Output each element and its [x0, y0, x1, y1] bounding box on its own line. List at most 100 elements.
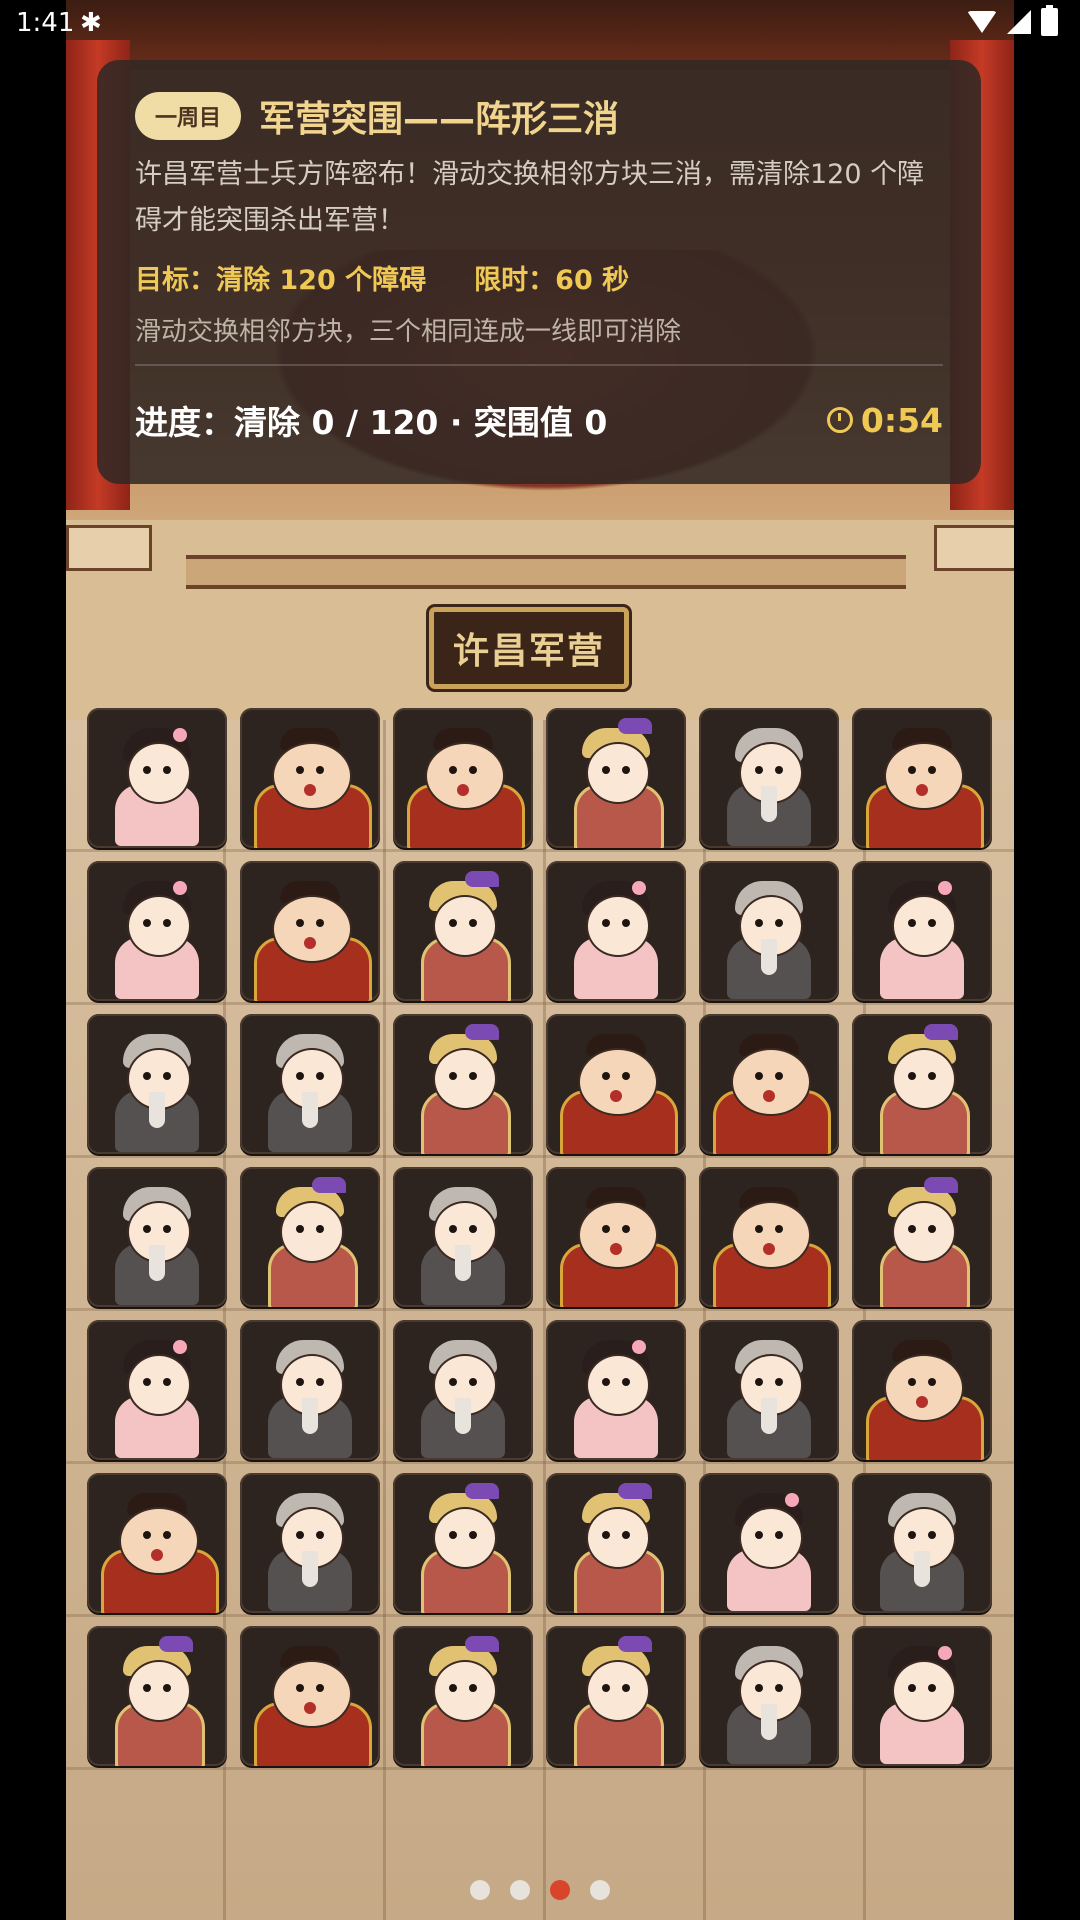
- board-tile[interactable]: [240, 708, 380, 848]
- wall-top: [186, 555, 906, 589]
- sage-character-icon: [393, 1320, 533, 1460]
- warrior-character-icon: [546, 1626, 686, 1766]
- game-screen: 1:41 ✱ 许昌军营 一周目 军营突围——阵形三消 许昌军营士兵方阵密布！滑动…: [0, 0, 1080, 1920]
- time-limit-text: 限时：60 秒: [474, 265, 630, 296]
- countdown-timer: 0:54: [826, 400, 943, 440]
- board-tile[interactable]: [546, 861, 686, 1001]
- sage-character-icon: [699, 861, 839, 1001]
- general-character-icon: [546, 1014, 686, 1154]
- page-dot[interactable]: [550, 1880, 570, 1900]
- board-tile[interactable]: [852, 1167, 992, 1307]
- board-tile[interactable]: [699, 1167, 839, 1307]
- board-tile[interactable]: [240, 1473, 380, 1613]
- board-tile[interactable]: [240, 861, 380, 1001]
- board-tile[interactable]: [546, 1626, 686, 1766]
- warrior-character-icon: [852, 1167, 992, 1307]
- board-tile[interactable]: [240, 1167, 380, 1307]
- level-title: 军营突围——阵形三消: [259, 99, 620, 140]
- sage-character-icon: [699, 1626, 839, 1766]
- board-tile[interactable]: [546, 708, 686, 848]
- general-character-icon: [87, 1473, 227, 1613]
- board-tile[interactable]: [852, 1014, 992, 1154]
- board-tile[interactable]: [87, 1626, 227, 1766]
- board-tile[interactable]: [852, 1320, 992, 1460]
- lady-character-icon: [852, 861, 992, 1001]
- general-character-icon: [546, 1167, 686, 1307]
- board-tile[interactable]: [546, 1014, 686, 1154]
- warrior-character-icon: [546, 708, 686, 848]
- warrior-character-icon: [393, 1014, 533, 1154]
- sage-character-icon: [240, 1320, 380, 1460]
- battlement: [66, 525, 152, 571]
- board-tile[interactable]: [393, 1626, 533, 1766]
- board-tile[interactable]: [699, 1626, 839, 1766]
- board-tile[interactable]: [546, 1473, 686, 1613]
- board-tile[interactable]: [87, 708, 227, 848]
- bug-icon: ✱: [80, 8, 102, 38]
- board-tile[interactable]: [240, 1626, 380, 1766]
- board-tile[interactable]: [393, 861, 533, 1001]
- camp-sign: 许昌军营: [429, 607, 629, 689]
- board-tile[interactable]: [852, 1626, 992, 1766]
- page-indicator: [0, 1880, 1080, 1900]
- board-tile[interactable]: [546, 1167, 686, 1307]
- lady-character-icon: [87, 861, 227, 1001]
- general-character-icon: [393, 708, 533, 848]
- level-info-panel: 一周目 军营突围——阵形三消 许昌军营士兵方阵密布！滑动交换相邻方块三消，需清除…: [97, 60, 981, 484]
- instruction-hint: 滑动交换相邻方块，三个相同连成一线即可消除: [135, 311, 943, 366]
- sage-character-icon: [393, 1167, 533, 1307]
- board-tile[interactable]: [393, 1014, 533, 1154]
- lady-character-icon: [546, 861, 686, 1001]
- progress-text: 进度：清除 0 / 120 · 突围值 0: [135, 403, 608, 442]
- board-tile[interactable]: [87, 1014, 227, 1154]
- general-character-icon: [852, 1320, 992, 1460]
- lady-character-icon: [699, 1473, 839, 1613]
- general-character-icon: [240, 708, 380, 848]
- sage-character-icon: [240, 1473, 380, 1613]
- warrior-character-icon: [852, 1014, 992, 1154]
- wifi-icon: [967, 11, 997, 33]
- page-dot[interactable]: [470, 1880, 490, 1900]
- board-tile[interactable]: [852, 708, 992, 848]
- page-dot[interactable]: [510, 1880, 530, 1900]
- general-character-icon: [699, 1014, 839, 1154]
- board-tile[interactable]: [852, 1473, 992, 1613]
- warrior-character-icon: [87, 1626, 227, 1766]
- board-tile[interactable]: [699, 708, 839, 848]
- board-tile[interactable]: [393, 1167, 533, 1307]
- board-tile[interactable]: [393, 708, 533, 848]
- sage-character-icon: [240, 1014, 380, 1154]
- goal-row: 目标：清除 120 个障碍 限时：60 秒: [135, 258, 943, 297]
- timer-value: 0:54: [860, 400, 943, 440]
- stopwatch-icon: [826, 407, 853, 433]
- board-tile[interactable]: [699, 861, 839, 1001]
- board-tile[interactable]: [699, 1320, 839, 1460]
- title-row: 一周目 军营突围——阵形三消: [135, 90, 943, 142]
- lady-character-icon: [852, 1626, 992, 1766]
- signal-icon: [1007, 10, 1031, 34]
- board-tile[interactable]: [87, 861, 227, 1001]
- board-tile[interactable]: [87, 1320, 227, 1460]
- general-character-icon: [240, 861, 380, 1001]
- board-tile[interactable]: [852, 861, 992, 1001]
- status-time: 1:41: [16, 8, 75, 38]
- status-icons: [967, 5, 1058, 36]
- battery-icon: [1041, 5, 1058, 36]
- battlement: [934, 525, 1014, 571]
- board-tile[interactable]: [393, 1320, 533, 1460]
- board-tile[interactable]: [87, 1473, 227, 1613]
- page-dot[interactable]: [590, 1880, 610, 1900]
- board-tile[interactable]: [546, 1320, 686, 1460]
- warrior-character-icon: [393, 1473, 533, 1613]
- board-tile[interactable]: [393, 1473, 533, 1613]
- status-bar: 1:41 ✱: [0, 0, 1080, 48]
- lady-character-icon: [87, 708, 227, 848]
- sage-character-icon: [87, 1014, 227, 1154]
- general-character-icon: [852, 708, 992, 848]
- board-tile[interactable]: [699, 1473, 839, 1613]
- board-tile[interactable]: [240, 1320, 380, 1460]
- board-tile[interactable]: [87, 1167, 227, 1307]
- goal-text: 目标：清除 120 个障碍: [135, 265, 427, 296]
- board-tile[interactable]: [699, 1014, 839, 1154]
- board-tile[interactable]: [240, 1014, 380, 1154]
